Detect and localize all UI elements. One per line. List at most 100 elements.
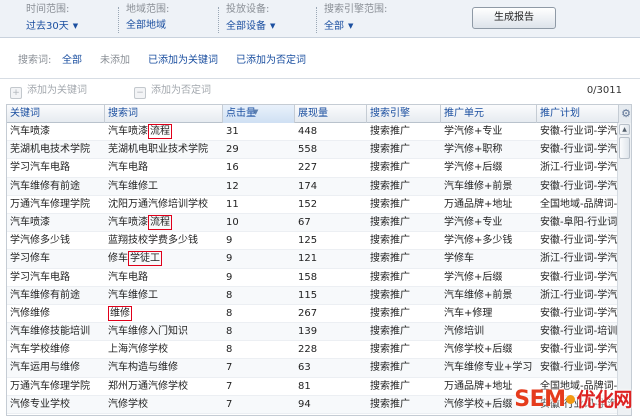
column-header-search-engine[interactable]: 搜索引擎 bbox=[367, 105, 441, 123]
cell-keyword: 汽车运用与维修 bbox=[10, 362, 80, 374]
cell-search-term: 蓝翔技校学费多少钱 bbox=[105, 232, 223, 250]
search-word-filter-added-keyword[interactable]: 已添加为关键词 bbox=[148, 52, 218, 70]
cell-impressions: 81 bbox=[298, 380, 311, 392]
filter-device[interactable]: 投放设备: 全部设备 ▼ bbox=[218, 4, 314, 34]
filter-search-engine[interactable]: 搜索引擎范围: 全部 ▼ bbox=[316, 4, 446, 34]
add-as-keyword-button[interactable]: + 添加为关键词 bbox=[10, 83, 87, 99]
search-term-text: 汽车维修工 bbox=[108, 180, 158, 192]
search-term-text: 汽车维修入门知识 bbox=[108, 326, 188, 338]
column-header-clicks[interactable]: 点击量 ▼ bbox=[223, 105, 295, 123]
cell-engine: 搜索推广 bbox=[370, 307, 410, 319]
table-row[interactable]: 汽车维修有前途 汽车维修工 12 174 搜索推广 汽车维修+前景 安徽-行业词-学汽修 bbox=[7, 177, 619, 196]
column-header-ad-unit[interactable]: 推广单元 bbox=[441, 105, 537, 123]
gear-icon[interactable]: ⚙ bbox=[619, 105, 631, 123]
cell-keyword: 万通汽车修理学院 bbox=[10, 380, 90, 392]
table-row[interactable]: 汽车喷漆汽车喷漆流程1067搜索推广学汽修+专业安徽-阜阳-行业词-学 bbox=[7, 213, 619, 233]
cell-engine: 搜索推广 bbox=[370, 398, 410, 410]
cell-search-term: 汽修学校 bbox=[105, 396, 223, 414]
filter-device-value: 全部设备 bbox=[226, 21, 266, 32]
table-row[interactable]: 学习汽车电路 汽车电路 9 158 搜索推广 学汽修+后缀 安徽-行业词-学汽修 bbox=[7, 269, 619, 287]
cell-clicks: 9 bbox=[226, 253, 233, 265]
add-as-negative-label: 添加为否定词 bbox=[151, 85, 211, 96]
search-word-filter-all[interactable]: 全部 bbox=[62, 52, 82, 70]
cell-impressions: 448 bbox=[298, 126, 318, 137]
table-row[interactable]: 学汽修多少钱 蓝翔技校学费多少钱 9 125 搜索推广 学汽修+多少钱 安徽-行业词-学汽修 bbox=[7, 232, 619, 251]
add-keyword-icon: + bbox=[10, 87, 22, 99]
cell-unit: 汽车维修+前景 bbox=[444, 289, 513, 301]
search-term-text: 沈阳万通汽修培训学校 bbox=[108, 198, 208, 210]
cell-plan: 安徽-行业词-学汽修 bbox=[540, 307, 619, 319]
filter-time-select[interactable]: 过去30天 ▼ bbox=[26, 19, 106, 34]
cell-impressions: 174 bbox=[298, 180, 318, 192]
cell-unit: 学汽修+后缀 bbox=[444, 162, 503, 174]
search-term-text: 郑州万通汽修学校 bbox=[108, 380, 188, 392]
cell-plan: 安徽-阜阳-行业词-学 bbox=[540, 216, 619, 228]
column-header-keyword[interactable]: 关键词 bbox=[7, 105, 105, 123]
column-header-campaign[interactable]: 推广计划 bbox=[537, 105, 619, 123]
cell-engine: 搜索推广 bbox=[370, 271, 410, 283]
search-term-highlight: 流程 bbox=[148, 124, 172, 139]
filter-region[interactable]: 地域范围: 全部地域 bbox=[118, 4, 208, 34]
cell-impressions: 558 bbox=[298, 144, 318, 156]
watermark-logo: SEM 优化网 bbox=[514, 388, 632, 412]
add-as-negative-button[interactable]: − 添加为否定词 bbox=[134, 83, 211, 99]
cell-unit: 汽修学校+后缀 bbox=[444, 344, 513, 356]
search-term-text: 汽车喷漆 bbox=[108, 216, 148, 228]
table-row[interactable]: 万通汽车修理学院 沈阳万通汽修培训学校 11 152 搜索推广 万通品牌+地址 全国地域-品… bbox=[7, 196, 619, 214]
cell-impressions: 115 bbox=[298, 289, 318, 301]
cell-clicks: 29 bbox=[226, 144, 239, 156]
search-word-filter-not-added[interactable]: 未添加 bbox=[100, 52, 130, 70]
cell-keyword: 万通汽车修理学院 bbox=[10, 198, 90, 210]
cell-unit: 学汽修+专业 bbox=[444, 126, 503, 137]
chevron-down-icon: ▼ bbox=[348, 22, 354, 30]
table-row[interactable]: 汽车喷漆 汽车喷漆 流程 31 448 搜索推广 学汽修+专业 安徽-行业词-学汽修 bbox=[7, 123, 619, 142]
cell-plan: 安徽-行业词-学汽修 bbox=[540, 126, 619, 137]
cell-search-term: 汽车维修入门知识 bbox=[105, 323, 223, 341]
filter-region-select[interactable]: 全部地域 bbox=[126, 19, 208, 33]
filter-device-select[interactable]: 全部设备 ▼ bbox=[226, 19, 314, 34]
cell-engine: 搜索推广 bbox=[370, 216, 410, 228]
cell-impressions: 67 bbox=[298, 216, 311, 228]
table-row[interactable]: 汽车学校维修 上海汽修学校 8 228 搜索推广 汽修学校+后缀 安徽-行业词-学汽修 bbox=[7, 341, 619, 360]
add-as-keyword-label: 添加为关键词 bbox=[27, 85, 87, 96]
table-row[interactable]: 汽车运用与维修 汽车构造与维修 7 63 搜索推广 汽车维修专业+学习 安徽-行业词-学汽修 bbox=[7, 359, 619, 378]
cell-clicks: 7 bbox=[226, 362, 233, 374]
cell-unit: 汽车+修理 bbox=[444, 307, 493, 319]
table-row[interactable]: 芜湖机电技术学院 芜湖机电职业技术学院 29 558 搜索推广 学汽修+职称 安徽-行业词-… bbox=[7, 141, 619, 160]
cell-search-term: 汽车电路 bbox=[105, 159, 223, 177]
filter-engine-label: 搜索引擎范围: bbox=[324, 4, 388, 15]
table-row[interactable]: 汽车维修技能培训 汽车维修入门知识 8 139 搜索推广 汽修培训 安徽-行业词-培训 bbox=[7, 323, 619, 342]
cell-engine: 搜索推广 bbox=[370, 126, 410, 137]
cell-clicks: 8 bbox=[226, 307, 233, 319]
filter-device-label: 投放设备: bbox=[226, 4, 270, 15]
filter-time-range[interactable]: 时间范围: 过去30天 ▼ bbox=[18, 4, 106, 34]
cell-search-term: 芜湖机电职业技术学院 bbox=[105, 141, 223, 159]
filter-time-label: 时间范围: bbox=[26, 4, 70, 15]
table-row[interactable]: 学习修车 修车 学徒工 9 121 搜索推广 学修车 浙江-行业词-学汽修 bbox=[7, 250, 619, 269]
cell-keyword: 学习汽车电路 bbox=[10, 271, 70, 283]
cell-impressions: 63 bbox=[298, 362, 311, 374]
cell-keyword: 学习修车 bbox=[10, 253, 50, 265]
table-row[interactable]: 汽修维修 维修 8 267 搜索推广 汽车+修理 安徽-行业词-学汽修 bbox=[7, 305, 619, 324]
filter-engine-select[interactable]: 全部 ▼ bbox=[324, 19, 446, 34]
cell-keyword: 汽车学校维修 bbox=[10, 344, 70, 356]
vertical-scrollbar[interactable]: ▲ bbox=[617, 123, 631, 415]
generate-report-button[interactable]: 生成报告 bbox=[472, 7, 556, 29]
add-negative-icon: − bbox=[134, 87, 146, 99]
scrollbar-thumb[interactable] bbox=[619, 137, 630, 159]
column-header-search-term[interactable]: 搜索词 bbox=[105, 105, 223, 123]
cell-keyword: 汽车喷漆 bbox=[10, 126, 50, 137]
scroll-up-icon[interactable]: ▲ bbox=[619, 124, 630, 135]
table-row[interactable]: 学习汽车电路 汽车电路 16 227 搜索推广 学汽修+后缀 浙江-行业词-学汽修 bbox=[7, 159, 619, 178]
search-term-table: 关键词 搜索词 点击量 ▼ 展现量 搜索引擎 推广单元 推广计划 ⚙ 汽车喷漆汽车… bbox=[6, 104, 632, 416]
search-term-text: 芜湖机电职业技术学院 bbox=[108, 144, 208, 156]
search-term-text: 修车 bbox=[108, 253, 128, 265]
cell-keyword: 汽车维修有前途 bbox=[10, 289, 80, 301]
search-term-highlight: 维修 bbox=[108, 305, 132, 321]
column-header-impressions[interactable]: 展现量 bbox=[295, 105, 367, 123]
search-word-filter-added-negative[interactable]: 已添加为否定词 bbox=[236, 52, 306, 70]
cell-search-term: 汽车维修工 bbox=[105, 178, 223, 196]
search-term-text: 汽车电路 bbox=[108, 162, 148, 174]
table-row[interactable]: 汽车维修有前途 汽车维修工 8 115 搜索推广 汽车维修+前景 浙江-行业词-学汽修 bbox=[7, 286, 619, 305]
search-term-text: 上海汽修学校 bbox=[108, 344, 168, 356]
